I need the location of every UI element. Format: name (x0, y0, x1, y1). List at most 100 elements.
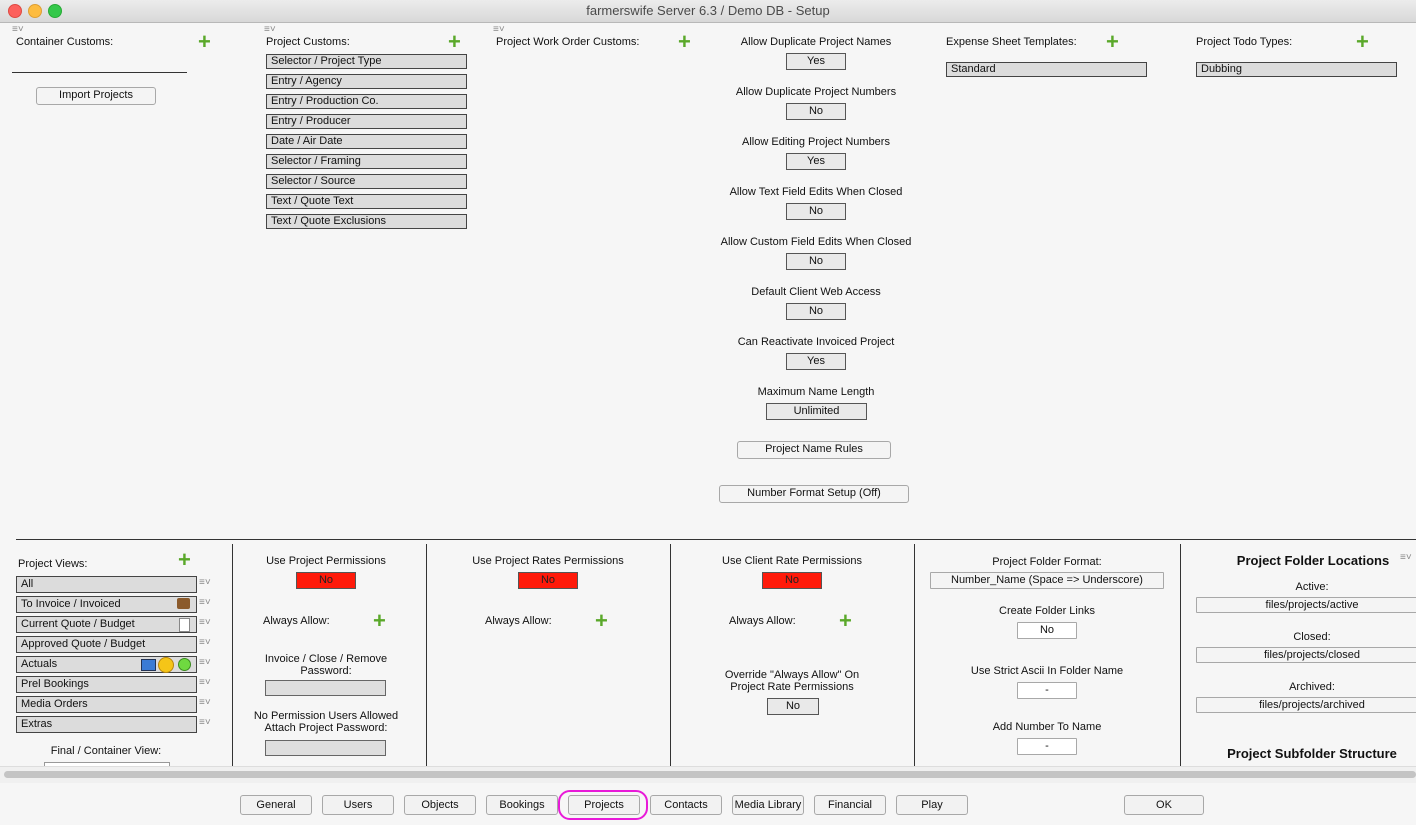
setting-label: Default Client Web Access (751, 286, 881, 298)
max-name-length-selector[interactable]: Unlimited (766, 403, 867, 420)
tab-financial[interactable]: Financial (814, 795, 886, 815)
window-title: farmerswife Server 6.3 / Demo DB - Setup (586, 3, 830, 18)
divider (914, 544, 915, 766)
invoice-password-field[interactable] (265, 680, 386, 696)
list-item[interactable]: Current Quote / Budget (16, 616, 197, 633)
attach-password-field[interactable] (265, 740, 386, 756)
use-rates-permissions-label: Use Project Rates Permissions (472, 555, 624, 567)
contact-card-icon (141, 659, 156, 671)
list-item[interactable]: Text / Quote Exclusions (266, 214, 467, 229)
import-projects-button[interactable]: Import Projects (36, 87, 156, 105)
menu-icon[interactable]: ≡˅ (264, 25, 276, 35)
add-icon[interactable]: + (678, 31, 691, 53)
list-item[interactable]: Entry / Producer (266, 114, 467, 129)
final-view-label: Final / Container View: (50, 745, 162, 757)
use-rates-permissions-toggle[interactable]: No (518, 572, 578, 589)
menu-icon[interactable]: ≡˅ (199, 658, 211, 668)
closed-folder-field[interactable]: files/projects/closed (1196, 647, 1416, 663)
menu-icon[interactable]: ≡˅ (199, 718, 211, 728)
always-allow-label: Always Allow: (729, 615, 796, 627)
menu-icon[interactable]: ≡˅ (199, 698, 211, 708)
use-permissions-toggle[interactable]: No (296, 572, 356, 589)
text-field-edits-toggle[interactable]: No (786, 203, 846, 220)
menu-icon[interactable]: ≡˅ (12, 25, 24, 35)
menu-icon[interactable]: ≡˅ (199, 578, 211, 588)
menu-icon[interactable]: ≡˅ (1400, 553, 1412, 563)
tab-general[interactable]: General (240, 795, 312, 815)
setting-label: Allow Custom Field Edits When Closed (720, 236, 912, 248)
strict-ascii-toggle[interactable]: - (1017, 682, 1077, 699)
setting-label: Allow Duplicate Project Numbers (735, 86, 897, 98)
use-permissions-label: Use Project Permissions (266, 555, 386, 567)
tab-media-library[interactable]: Media Library (732, 795, 804, 815)
use-client-rate-toggle[interactable]: No (762, 572, 822, 589)
allow-duplicate-names-toggle[interactable]: Yes (786, 53, 846, 70)
list-item[interactable]: Selector / Framing (266, 154, 467, 169)
active-folder-field[interactable]: files/projects/active (1196, 597, 1416, 613)
list-item[interactable]: Text / Quote Text (266, 194, 467, 209)
override-always-allow-label: Override "Always Allow" On Project Rate … (724, 669, 860, 693)
divider (12, 72, 187, 73)
list-item[interactable]: Date / Air Date (266, 134, 467, 149)
add-icon[interactable]: + (1106, 31, 1119, 53)
tab-play[interactable]: Play (896, 795, 968, 815)
attach-password-label: No Permission Users Allowed Attach Proje… (253, 710, 399, 734)
custom-field-edits-toggle[interactable]: No (786, 253, 846, 270)
list-item[interactable]: Entry / Production Co. (266, 94, 467, 109)
list-item[interactable]: To Invoice / Invoiced (16, 596, 197, 613)
menu-icon[interactable]: ≡˅ (199, 638, 211, 648)
list-item[interactable]: Media Orders (16, 696, 197, 713)
override-always-allow-toggle[interactable]: No (767, 698, 819, 715)
tab-objects[interactable]: Objects (404, 795, 476, 815)
scrollbar-thumb[interactable] (4, 771, 1416, 778)
tab-bookings[interactable]: Bookings (486, 795, 558, 815)
always-allow-label: Always Allow: (485, 615, 552, 627)
archived-folder-field[interactable]: files/projects/archived (1196, 697, 1416, 713)
setting-label: Maximum Name Length (757, 386, 875, 398)
tab-projects-highlight (558, 790, 648, 820)
add-icon[interactable]: + (178, 549, 191, 571)
closed-label: Closed: (1293, 631, 1331, 643)
list-item[interactable]: Approved Quote / Budget (16, 636, 197, 653)
tab-contacts[interactable]: Contacts (650, 795, 722, 815)
add-icon[interactable]: + (1356, 31, 1369, 53)
expense-templates-label: Expense Sheet Templates: (946, 36, 1077, 48)
list-item[interactable]: Selector / Project Type (266, 54, 467, 69)
menu-icon[interactable]: ≡˅ (493, 25, 505, 35)
divider (232, 544, 233, 766)
client-web-access-toggle[interactable]: No (786, 303, 846, 320)
list-item[interactable]: Prel Bookings (16, 676, 197, 693)
list-item[interactable]: Entry / Agency (266, 74, 467, 89)
list-item[interactable]: Dubbing (1196, 62, 1397, 77)
briefcase-icon (177, 598, 190, 609)
allow-duplicate-numbers-toggle[interactable]: No (786, 103, 846, 120)
project-name-rules-button[interactable]: Project Name Rules (737, 441, 891, 459)
menu-icon[interactable]: ≡˅ (199, 598, 211, 608)
setting-label: Allow Editing Project Numbers (742, 136, 890, 148)
list-item[interactable]: Selector / Source (266, 174, 467, 189)
menu-icon[interactable]: ≡˅ (199, 678, 211, 688)
ok-button[interactable]: OK (1124, 795, 1204, 815)
sunglasses-emoji-icon (158, 657, 174, 673)
list-item[interactable]: All (16, 576, 197, 593)
allow-editing-numbers-toggle[interactable]: Yes (786, 153, 846, 170)
add-number-toggle[interactable]: - (1017, 738, 1077, 755)
number-format-setup-button[interactable]: Number Format Setup (Off) (719, 485, 909, 503)
folder-format-selector[interactable]: Number_Name (Space => Underscore) (930, 572, 1164, 589)
list-item[interactable]: Extras (16, 716, 197, 733)
create-folder-links-toggle[interactable]: No (1017, 622, 1077, 639)
add-icon[interactable]: + (839, 610, 852, 632)
add-icon[interactable]: + (595, 610, 608, 632)
add-icon[interactable]: + (373, 610, 386, 632)
add-icon[interactable]: + (448, 31, 461, 53)
reactivate-invoiced-toggle[interactable]: Yes (786, 353, 846, 370)
menu-icon[interactable]: ≡˅ (199, 618, 211, 628)
add-icon[interactable]: + (198, 31, 211, 53)
setting-label: Allow Text Field Edits When Closed (729, 186, 903, 198)
divider (1180, 544, 1181, 766)
setting-label: Can Reactivate Invoiced Project (737, 336, 895, 348)
tab-users[interactable]: Users (322, 795, 394, 815)
active-label: Active: (1295, 581, 1329, 593)
list-item[interactable]: Standard (946, 62, 1147, 77)
use-client-rate-label: Use Client Rate Permissions (722, 555, 862, 567)
